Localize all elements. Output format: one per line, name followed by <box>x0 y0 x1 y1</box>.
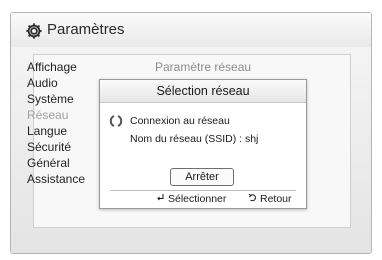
return-icon <box>248 193 256 202</box>
connection-status-text: Connexion au réseau <box>130 115 230 127</box>
dialog-divider <box>110 190 296 191</box>
menu-item-affichage[interactable]: Affichage <box>27 59 127 75</box>
submenu-header: Paramètre réseau <box>155 60 252 74</box>
settings-screen: Paramètres Affichage Audio Système Résea… <box>10 12 372 254</box>
loading-spinner-icon <box>109 115 123 127</box>
footer-bar <box>11 233 371 253</box>
page-title: Paramètres <box>47 21 125 38</box>
return-hint: Retour <box>248 193 292 205</box>
select-hint-label: Sélectionner <box>168 193 227 205</box>
select-hint: Sélectionner <box>156 193 226 205</box>
dialog-title: Sélection réseau <box>100 80 306 103</box>
return-hint-label: Retour <box>260 193 292 205</box>
stop-button[interactable]: Arrêter <box>170 168 234 186</box>
enter-icon <box>157 194 164 201</box>
network-selection-dialog: Sélection réseau Connexion au réseau Nom… <box>99 79 307 209</box>
gear-icon <box>26 23 42 39</box>
title-bar: Paramètres <box>11 13 371 47</box>
ssid-text: Nom du réseau (SSID) : shj <box>130 133 259 145</box>
